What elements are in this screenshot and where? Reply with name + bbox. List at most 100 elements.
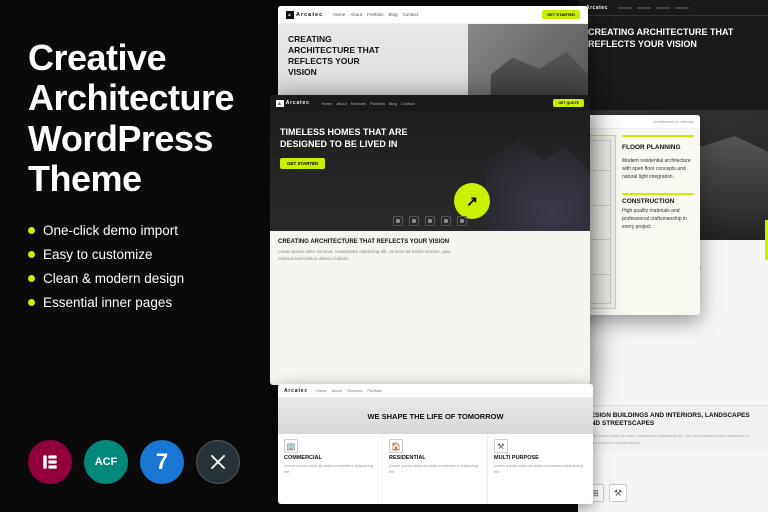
scroll-icon xyxy=(393,216,403,226)
grid-item-commercial: 🏢 COMMERCIAL Lorem ipsum dolor sit amet … xyxy=(278,434,383,504)
bottom-grid: 🏢 COMMERCIAL Lorem ipsum dolor sit amet … xyxy=(278,434,593,504)
residential-icon: 🏠 xyxy=(389,439,403,453)
nav-item: Contact xyxy=(403,12,419,17)
plan-right: FLOOR PLANNING Modern residential archit… xyxy=(622,135,694,309)
main-title: Creative Architecture WordPress Theme xyxy=(28,38,242,199)
bottom-hero-text: WE SHAPE THE LIFE OF TOMORROW xyxy=(367,412,503,421)
list-item: Clean & modern design xyxy=(28,271,242,286)
xtemos-icon xyxy=(196,440,240,484)
scroll-icon xyxy=(409,216,419,226)
screen-top-header: A Arcatec Home About Portfolio Blog Cont… xyxy=(278,6,588,24)
right-brand: Arcatec xyxy=(586,5,608,11)
nav-home: Home xyxy=(316,388,327,393)
residential-text: Lorem ipsum dolor sit amet consectetur a… xyxy=(389,463,481,475)
right-panel: Arcatec CREATING ARCHITECTURE THAT REFLE… xyxy=(270,0,768,512)
scroll-icon xyxy=(425,216,435,226)
main-hero-headline: TIMELESS HOMES THAT ARE DESIGNED TO BE L… xyxy=(280,126,420,150)
list-item: Easy to customize xyxy=(28,247,242,262)
arrow-circle: ↗ xyxy=(454,183,490,219)
hero-headline: CREATING ARCHITECTURE THAT REFLECTS YOUR… xyxy=(288,34,388,78)
nav-line xyxy=(675,7,689,9)
content-main-body: Lorem ipsum dolor sit amet, consectetur … xyxy=(278,249,458,263)
commercial-text: Lorem ipsum dolor sit amet consectetur a… xyxy=(284,463,376,475)
title-line3: WordPress Theme xyxy=(28,118,213,199)
bottom-header: Arcatec Home About Services Portfolio xyxy=(278,384,593,398)
list-item: One-click demo import xyxy=(28,223,242,238)
multipurpose-title: MULTI PURPOSE xyxy=(494,455,587,461)
main-cta-btn[interactable]: GET QUOTE xyxy=(553,99,584,107)
right-nav: Arcatec xyxy=(578,0,768,16)
plan-text-title: FLOOR PLANNING xyxy=(622,144,694,151)
bullet-icon xyxy=(28,299,35,306)
design-buildings-block: DESIGN BUILDINGS AND INTERIORS, LANDSCAP… xyxy=(578,405,768,452)
screen-main-content: CREATING ARCHITECTURE THAT REFLECTS YOUR… xyxy=(270,231,590,385)
main-nav: Home About Services Portfolio Blog Conta… xyxy=(322,101,415,106)
title-line2: Architecture xyxy=(28,77,234,118)
nav-item: About xyxy=(350,12,362,17)
seven-icon: 7 xyxy=(140,440,184,484)
screenshots-container: Arcatec CREATING ARCHITECTURE THAT REFLE… xyxy=(270,0,768,512)
residential-title: RESIDENTIAL xyxy=(389,455,481,461)
top-nav: Home About Portfolio Blog Contact xyxy=(333,12,418,17)
construction-body: High quality materials and professional … xyxy=(622,207,694,231)
bottom-icon: ⚒ xyxy=(609,484,627,502)
left-panel: Creative Architecture WordPress Theme On… xyxy=(0,0,270,512)
nav-link: Portfolio xyxy=(370,101,385,106)
nav-item: Portfolio xyxy=(367,12,384,17)
logo-icon: A xyxy=(286,11,294,19)
plan-subtitle: Architecture & Interiors xyxy=(653,119,694,124)
multipurpose-text: Lorem ipsum dolor sit amet consectetur a… xyxy=(494,463,587,475)
get-started-btn[interactable]: GET STARTED xyxy=(542,10,580,19)
bullet-icon xyxy=(28,251,35,258)
nav-link: Home xyxy=(322,101,333,106)
nav-link: About xyxy=(336,101,346,106)
tech-icons-row: ACF 7 xyxy=(28,440,242,484)
plan-accent-bar xyxy=(622,135,694,137)
scroll-icon xyxy=(457,216,467,226)
nav-item: Home xyxy=(333,12,345,17)
bottom-hero-strip: WE SHAPE THE LIFE OF TOMORROW xyxy=(278,398,593,434)
screen-main: A Arcatec Home About Services Portfolio … xyxy=(270,95,590,385)
scroll-icon xyxy=(441,216,451,226)
screen-bottom: Arcatec Home About Services Portfolio WE… xyxy=(278,384,593,504)
nav-line xyxy=(637,7,651,9)
elementor-icon xyxy=(28,440,72,484)
nav-link: Contact xyxy=(401,101,415,106)
plan-text-body: Modern residential architecture with ope… xyxy=(622,157,694,181)
list-item: Essential inner pages xyxy=(28,295,242,310)
right-dark-section: Arcatec CREATING ARCHITECTURE THAT REFLE… xyxy=(578,0,768,110)
main-logo-box: A xyxy=(276,100,284,107)
design-buildings-text: Lorem ipsum dolor sit amet, consectetur … xyxy=(586,433,760,446)
bullet-icon xyxy=(28,275,35,282)
nav-link: Blog xyxy=(389,101,397,106)
scroll-icons xyxy=(393,216,467,226)
bottom-nav: Home About Services Portfolio xyxy=(316,388,382,393)
main-brand: A Arcatec xyxy=(276,100,310,107)
arcatec-logo: A Arcatec xyxy=(286,11,323,19)
grid-item-multipurpose: ⚒ MULTI PURPOSE Lorem ipsum dolor sit am… xyxy=(488,434,593,504)
multipurpose-icon: ⚒ xyxy=(494,439,508,453)
nav-line xyxy=(656,7,670,9)
title-line1: Creative xyxy=(28,37,166,78)
construction-label: CONSTRUCTION xyxy=(622,198,694,205)
construction-block: CONSTRUCTION High quality materials and … xyxy=(622,193,694,231)
main-hero-text: TIMELESS HOMES THAT ARE DESIGNED TO BE L… xyxy=(280,126,420,170)
nav-services: Services xyxy=(347,388,362,393)
content-main-title: CREATING ARCHITECTURE THAT REFLECTS YOUR… xyxy=(278,239,582,245)
right-top-headline: CREATING ARCHITECTURE THAT REFLECTS YOUR… xyxy=(588,26,758,50)
nav-link: Services xyxy=(351,101,366,106)
bottom-brand: Arcatec xyxy=(284,388,308,394)
commercial-title: COMMERCIAL xyxy=(284,455,376,461)
screen-main-hero: TIMELESS HOMES THAT ARE DESIGNED TO BE L… xyxy=(270,111,590,231)
bullet-icon xyxy=(28,227,35,234)
main-hero-btn[interactable]: GET STARTED xyxy=(280,158,325,169)
plan-accent-bar2 xyxy=(622,193,694,195)
grid-item-residential: 🏠 RESIDENTIAL Lorem ipsum dolor sit amet… xyxy=(383,434,488,504)
acf-icon: ACF xyxy=(84,440,128,484)
headline-block: Creative Architecture WordPress Theme On… xyxy=(28,38,242,338)
commercial-icon: 🏢 xyxy=(284,439,298,453)
nav-about: About xyxy=(332,388,342,393)
nav-portfolio: Portfolio xyxy=(367,388,382,393)
right-top-text: CREATING ARCHITECTURE THAT REFLECTS YOUR… xyxy=(578,16,768,60)
features-list: One-click demo import Easy to customize … xyxy=(28,223,242,310)
